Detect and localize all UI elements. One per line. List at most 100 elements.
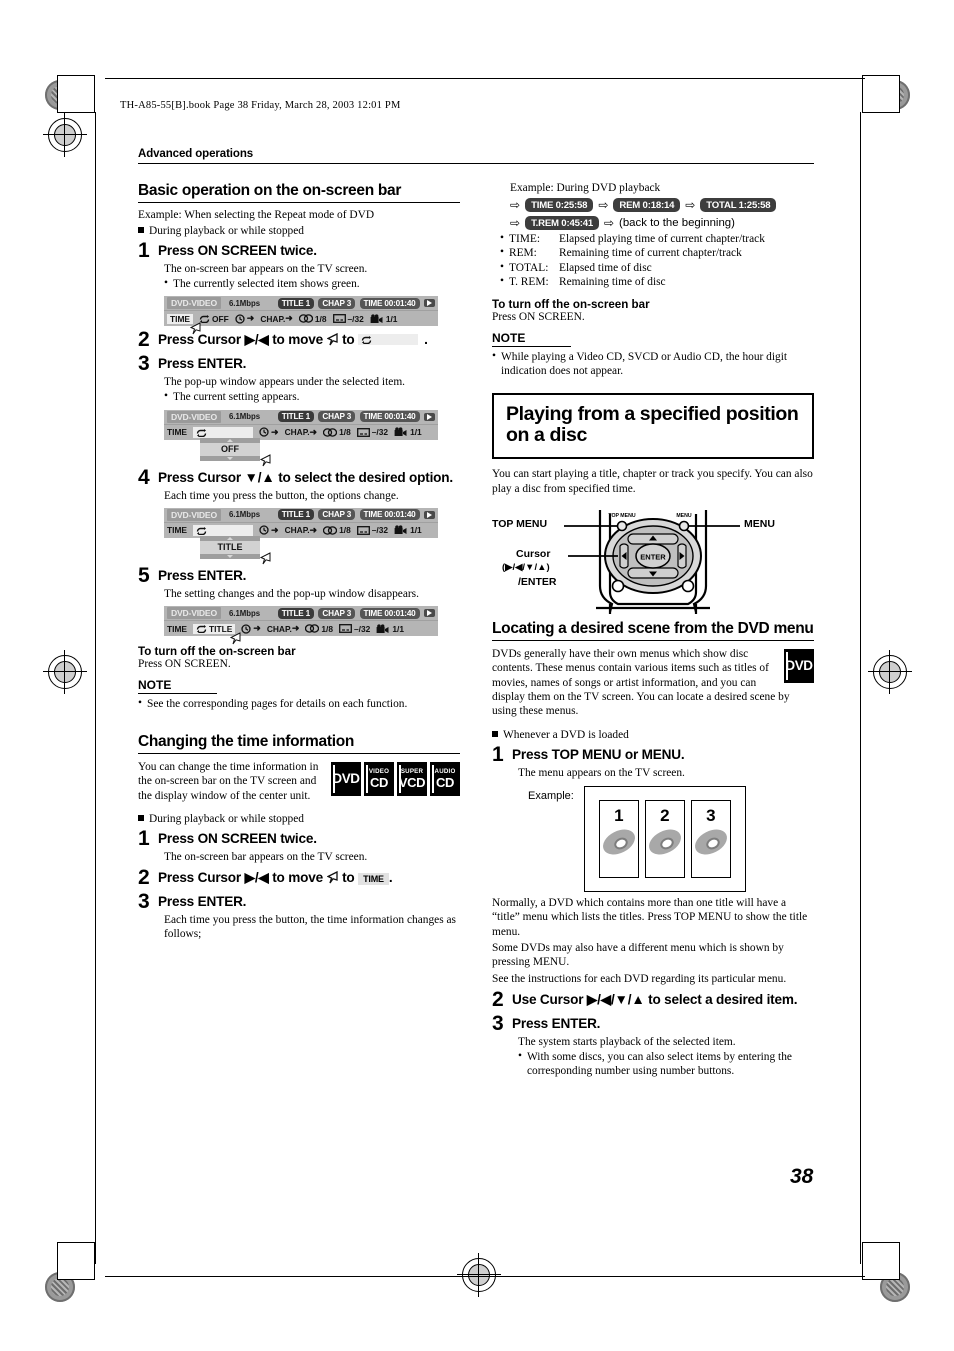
step-1-locating: 1 Press TOP MENU or MENU. [492,744,814,765]
loop-note: (back to the beginning) [619,217,735,229]
step-number: 3 [138,352,150,376]
step-desc: The pop-up window appears under the sele… [164,376,406,389]
flow-arrow-icon: ⇨ [603,216,615,230]
audio-icon [323,526,338,535]
step-3-basic: 3 Press ENTER. [138,352,460,376]
menu-thumbnail[interactable]: 3 [690,799,732,878]
osd-audio-cell: 1/8 [305,624,333,634]
step-3-bullets: The current setting appears. [164,389,460,404]
osd-audio-value: 1/8 [339,525,351,536]
step-desc: The menu appears on the TV screen. [518,766,685,779]
step-number: 3 [138,890,150,914]
square-bullet-icon [138,226,144,233]
menu-thumbnail[interactable]: 2 [644,799,686,878]
turn-off-heading-right: To turn off the on-screen bar [492,298,650,311]
step-title: Press Cursor ▶/◀ to move to TIME. [158,870,393,886]
after-example-para-2: Some DVDs may also have a different menu… [492,941,784,969]
osd-row-top: DVD-VIDEO 6.1Mbps TITLE 1 CHAP 3 TIME 00… [164,606,438,621]
osd-chap-cell: CHAP. ➜ [267,623,300,634]
osd-subtitle-value: –/32 [371,525,389,536]
definition-term: TIME: [509,233,541,245]
cursor-glyphs: ▶/◀ [244,332,269,348]
repeat-icon [196,526,207,535]
manual-page: TH-A85-55[B].book Page 38 Friday, March … [0,0,954,1351]
osd-time-label: TIME [167,427,188,438]
section-title-time-information: Changing the time information [138,733,355,751]
osd-audio-cell: 1/8 [323,427,351,437]
angle-icon [370,314,383,323]
osd-angle-cell: 1/1 [394,427,422,437]
osd-time-tag: TIME 00:01:40 [359,607,420,619]
step-desc: Each time you press the button, the time… [164,914,456,941]
step-number: 5 [138,563,150,587]
osd-audio-value: 1/8 [321,623,334,634]
step-5-detail: The setting changes and the pop-up windo… [164,587,460,601]
example-label: Example: [528,789,574,802]
disc-icon [690,824,732,860]
osd-row-bottom: TIME TITLE ➜ CHAP. ➜ 1/8 –/32 1/1 [164,621,438,636]
logo-label: CD [436,775,454,791]
osd-chap-label: CHAP. [260,313,286,324]
step-3-detail: The pop-up window appears under the sele… [164,375,460,405]
osd-chap-label: CHAP. [284,525,310,536]
condition-during-playback: During playback or while stopped [138,225,460,237]
step-desc: The system starts playback of the select… [518,1035,736,1048]
menu-thumbnail[interactable]: 1 [598,799,640,878]
note-heading-right: NOTE [492,331,572,347]
time-example-label: Example: During DVD playback [510,182,661,194]
header-rule [138,163,814,164]
time-flow-row-1: ⇨ TIME 0:25:58 ⇨ REM 0:18:14 ⇨ TOTAL 1:2… [510,198,814,212]
step-4-basic: 4 Press Cursor ▼/▲ to select the desired… [138,467,460,488]
definition-term: T. REM: [509,275,549,288]
osd-title-tag: TITLE 1 [277,297,314,309]
angle-icon [376,623,389,633]
osd-time-tag: TIME 00:01:40 [359,509,420,521]
play-icon [424,609,435,617]
logo-dvd: DVD [331,762,361,797]
running-head-block: Advanced operations [138,148,814,164]
cursor-pointer-icon [325,333,338,346]
section-title-locating-scene: Locating a desired scene from the DVD me… [492,620,814,638]
step-1-bullets: The currently selected item shows green. [164,276,460,291]
osd-audio-cell: 1/8 [323,525,351,535]
cursor-glyphs: ▶/◀ [244,870,269,886]
osd-bitrate: 6.1Mbps [228,298,261,308]
step-title: Press ENTER. [512,1015,601,1031]
osd-clock-arrow: ➜ [246,313,255,324]
definition-desc: Remaining time of disc [559,275,666,288]
square-bullet-icon [138,815,144,822]
osd-subtitle-cell: –/32 [356,427,388,437]
step-1-detail: The on-screen bar appears on the TV scre… [164,262,460,292]
big-section-box: Playing from a specified position on a d… [492,392,814,460]
time-flow-row-2: ⇨ T.REM 0:45:41 ⇨ (back to the beginning… [510,216,814,230]
osd-title-tag: TITLE 1 [277,607,314,619]
osd-disc-type: DVD-VIDEO [167,508,221,521]
osd-chap-arrow: ➜ [285,313,293,324]
osd-angle-value: 1/1 [410,427,422,438]
osd-chap-arrow: ➜ [309,426,318,437]
running-head: Advanced operations [138,148,254,160]
specified-position-intro: You can start playing a title, chapter o… [492,468,813,495]
subtitle-icon [332,314,346,324]
definition-desc: Remaining time of current chapter/track [559,247,742,260]
step-number: 2 [138,866,150,890]
osd-audio-cell: 1/8 [298,314,327,324]
definition-term: REM: [509,247,537,260]
popup-up-arrow [200,437,260,443]
note-list-left: See the corresponding pages for details … [138,696,460,711]
step-4-detail: Each time you press the button, the opti… [164,489,460,503]
logo-label: CD [370,775,388,791]
registration-mark-right-mid [868,650,912,694]
osd-clock-arrow: ➜ [271,524,279,535]
left-column: Basic operation on the on-screen bar Exa… [138,182,460,943]
step-1-time-detail: The on-screen bar appears on the TV scre… [164,850,460,864]
audio-icon [298,314,313,323]
section-rule [492,639,814,641]
step-number: 3 [492,1011,504,1035]
note-item: See the corresponding pages for details … [138,696,460,711]
osd-subtitle-cell: –/32 [332,314,364,324]
flow-arrow-icon: ⇨ [510,198,521,212]
play-icon [424,510,435,519]
osd-chap-arrow: ➜ [309,524,318,535]
osd-repeat-cell-set: TITLE [193,623,236,634]
